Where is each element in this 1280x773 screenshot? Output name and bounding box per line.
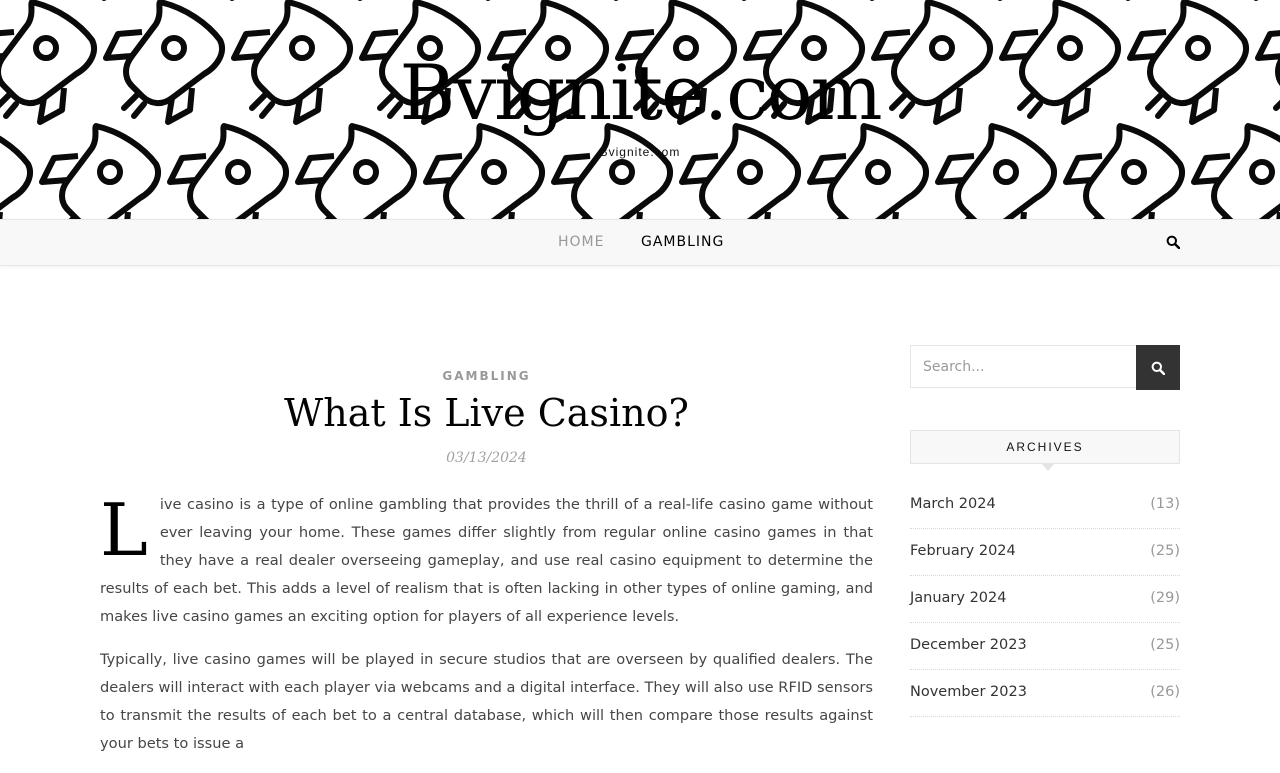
- post-paragraph: Live casino is a type of online gambling…: [100, 491, 873, 631]
- nav-item-home[interactable]: Home: [558, 234, 604, 250]
- rocket-icon: [810, 126, 926, 220]
- search-submit-button[interactable]: [1136, 345, 1180, 390]
- rocket-icon: [682, 126, 798, 220]
- post-title: What Is Live Casino?: [284, 391, 689, 435]
- site-tagline: Bvignite.com: [599, 145, 681, 159]
- list-item: January 2024 (29): [910, 577, 1180, 623]
- post-category[interactable]: Gambling: [100, 369, 873, 383]
- archives-widget-title: Archives: [910, 430, 1180, 464]
- nav-item-gambling[interactable]: Gambling: [641, 234, 724, 250]
- search-icon[interactable]: [1166, 235, 1180, 249]
- site-header: Bvignite.com Bvignite.com: [0, 0, 1280, 220]
- archive-count: (29): [1150, 590, 1180, 606]
- rocket-icon: [426, 126, 542, 220]
- rocket-icon: [42, 126, 158, 220]
- archives-list: March 2024 (13) February 2024 (25) Janua…: [910, 483, 1180, 718]
- search-input[interactable]: [910, 345, 1136, 388]
- list-item: February 2024 (25): [910, 530, 1180, 576]
- site-title[interactable]: Bvignite.com: [0, 48, 1280, 138]
- archive-count: (26): [1150, 684, 1180, 700]
- rocket-icon: [0, 126, 30, 220]
- archive-count: (25): [1150, 637, 1180, 653]
- archive-link[interactable]: February 2024: [910, 543, 1016, 559]
- post-body: Live casino is a type of online gambling…: [100, 491, 873, 773]
- archive-link[interactable]: December 2023: [910, 637, 1027, 653]
- archive-count: (13): [1150, 496, 1180, 512]
- list-item: March 2024 (13): [910, 483, 1180, 529]
- archive-count: (25): [1150, 543, 1180, 559]
- rocket-icon: [1066, 126, 1182, 220]
- post-date: 03/13/2024: [446, 450, 527, 466]
- archive-link[interactable]: January 2024: [910, 590, 1006, 606]
- widget-title-arrow: [1041, 463, 1055, 471]
- archive-link[interactable]: November 2023: [910, 684, 1027, 700]
- sidebar-search: [910, 345, 1180, 390]
- rocket-icon: [554, 126, 670, 220]
- search-icon: [1151, 361, 1165, 375]
- rocket-icon: [938, 126, 1054, 220]
- list-item: December 2023 (25): [910, 624, 1180, 670]
- rocket-icon: [1194, 126, 1280, 220]
- list-item: November 2023 (26): [910, 671, 1180, 717]
- post-paragraph: Typically, live casino games will be pla…: [100, 651, 873, 752]
- post-paragraph-text: ive casino is a type of online gambling …: [100, 496, 873, 625]
- main-navigation: Home Gambling: [0, 219, 1280, 266]
- dropcap-letter: L: [100, 488, 148, 572]
- rocket-icon: [298, 126, 414, 220]
- archive-link[interactable]: March 2024: [910, 496, 996, 512]
- rocket-icon: [170, 126, 286, 220]
